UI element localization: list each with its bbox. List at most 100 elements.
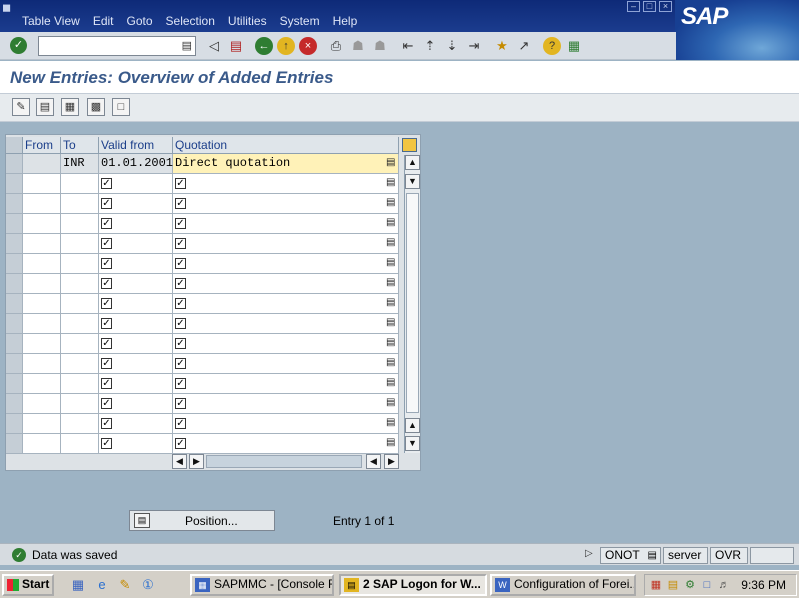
checkbox-icon[interactable]: ✓ bbox=[175, 438, 186, 449]
maximize-icon[interactable]: □ bbox=[643, 1, 656, 12]
row-selector[interactable] bbox=[6, 174, 23, 194]
cell-to[interactable] bbox=[61, 334, 99, 354]
cell-to[interactable] bbox=[61, 354, 99, 374]
checkbox-icon[interactable]: ✓ bbox=[101, 438, 112, 449]
cell-from[interactable] bbox=[23, 394, 61, 414]
cell-quotation[interactable]: ✓ ▤ bbox=[173, 414, 399, 434]
menu-help[interactable]: Help bbox=[333, 14, 358, 28]
checkbox-icon[interactable]: ✓ bbox=[175, 198, 186, 209]
close-icon[interactable]: × bbox=[659, 1, 672, 12]
cell-valid-from[interactable]: ✓ bbox=[99, 394, 173, 414]
status-mode[interactable]: OVR bbox=[710, 547, 748, 564]
checkbox-icon[interactable]: ✓ bbox=[175, 378, 186, 389]
cell-to[interactable] bbox=[61, 274, 99, 294]
cell-to[interactable] bbox=[61, 414, 99, 434]
row-selector[interactable] bbox=[6, 194, 23, 214]
menu-table-view[interactable]: Table View bbox=[22, 14, 80, 28]
menu-selection[interactable]: Selection bbox=[166, 14, 215, 28]
find-icon[interactable]: ☗ bbox=[349, 37, 367, 55]
row-selector[interactable] bbox=[6, 294, 23, 314]
cell-quotation[interactable]: ✓ ▤ bbox=[173, 314, 399, 334]
scroll-left-icon[interactable]: ◀ bbox=[366, 454, 381, 469]
column-header-valid-from[interactable]: Valid from bbox=[99, 137, 173, 154]
status-message[interactable]: ✓ Data was saved bbox=[8, 546, 598, 564]
checkbox-icon[interactable]: ✓ bbox=[101, 278, 112, 289]
scroll-thumb[interactable] bbox=[406, 193, 419, 413]
value-help-icon[interactable]: ▤ bbox=[386, 217, 396, 229]
tray-app-icon[interactable]: ▦ bbox=[649, 578, 663, 592]
row-selector[interactable] bbox=[6, 434, 23, 454]
row-selector[interactable] bbox=[6, 354, 23, 374]
cell-valid-from[interactable]: ✓ bbox=[99, 194, 173, 214]
column-header-quotation[interactable]: Quotation bbox=[173, 137, 399, 154]
menu-edit[interactable]: Edit bbox=[93, 14, 114, 28]
checkbox-icon[interactable]: ✓ bbox=[101, 338, 112, 349]
change-display-icon[interactable]: ✎ bbox=[12, 98, 30, 116]
select-block-icon[interactable]: ▩ bbox=[87, 98, 105, 116]
column-header-to[interactable]: To bbox=[61, 137, 99, 154]
row-selector[interactable] bbox=[6, 334, 23, 354]
column-header-from[interactable]: From bbox=[23, 137, 61, 154]
cell-quotation[interactable]: ✓ ▤ bbox=[173, 194, 399, 214]
checkbox-icon[interactable]: ✓ bbox=[175, 418, 186, 429]
cell-valid-from[interactable]: ✓ bbox=[99, 374, 173, 394]
checkbox-icon[interactable]: ✓ bbox=[175, 238, 186, 249]
cell-quotation[interactable]: ✓ ▤ bbox=[173, 354, 399, 374]
value-help-icon[interactable]: ▤ bbox=[386, 337, 396, 349]
cell-from[interactable] bbox=[23, 154, 61, 174]
cell-quotation[interactable]: ✓ ▤ bbox=[173, 394, 399, 414]
row-selector[interactable] bbox=[6, 394, 23, 414]
cell-from[interactable] bbox=[23, 254, 61, 274]
cell-quotation[interactable]: ✓ ▤ bbox=[173, 294, 399, 314]
value-help-icon[interactable]: ▤ bbox=[386, 237, 396, 249]
tray-network-icon[interactable]: ⚙ bbox=[683, 578, 697, 592]
cell-valid-from[interactable]: ✓ bbox=[99, 314, 173, 334]
cell-valid-from[interactable]: ✓ bbox=[99, 414, 173, 434]
cell-to[interactable] bbox=[61, 394, 99, 414]
row-selector[interactable] bbox=[6, 154, 23, 174]
cell-to[interactable] bbox=[61, 294, 99, 314]
cancel-icon[interactable]: × bbox=[299, 37, 317, 55]
value-help-icon[interactable]: ▤ bbox=[386, 417, 396, 429]
checkbox-icon[interactable]: ✓ bbox=[175, 218, 186, 229]
previous-page-icon[interactable]: ⇡ bbox=[421, 37, 439, 55]
cell-valid-from[interactable]: 01.01.2001 bbox=[99, 154, 173, 174]
system-menu-icon[interactable]: ◼ bbox=[2, 1, 18, 14]
cell-quotation[interactable]: ✓ ▤ bbox=[173, 234, 399, 254]
position-button[interactable]: ▤ Position... bbox=[129, 510, 275, 531]
row-selector[interactable] bbox=[6, 274, 23, 294]
horizontal-scroll-track[interactable] bbox=[206, 455, 362, 468]
cell-quotation[interactable]: Direct quotation ▤ bbox=[173, 154, 399, 174]
find-next-icon[interactable]: ☗ bbox=[371, 37, 389, 55]
delete-icon[interactable]: ▤ bbox=[36, 98, 54, 116]
internet-explorer-icon[interactable]: e bbox=[93, 576, 111, 594]
back-nav-icon[interactable]: ◁ bbox=[205, 37, 223, 55]
cell-from[interactable] bbox=[23, 214, 61, 234]
horizontal-scrollbar[interactable]: ◀ ▶ ◀ ▶ bbox=[172, 454, 402, 469]
checkbox-icon[interactable]: ✓ bbox=[101, 218, 112, 229]
cell-valid-from[interactable]: ✓ bbox=[99, 294, 173, 314]
checkbox-icon[interactable]: ✓ bbox=[175, 258, 186, 269]
media-player-icon[interactable]: ① bbox=[139, 576, 157, 594]
tray-folder-icon[interactable]: ▤ bbox=[666, 578, 680, 592]
cell-from[interactable] bbox=[23, 434, 61, 454]
checkbox-icon[interactable]: ✓ bbox=[175, 298, 186, 309]
row-selector[interactable] bbox=[6, 414, 23, 434]
checkbox-icon[interactable]: ✓ bbox=[101, 378, 112, 389]
checkbox-icon[interactable]: ✓ bbox=[101, 198, 112, 209]
cell-valid-from[interactable]: ✓ bbox=[99, 174, 173, 194]
cell-quotation[interactable]: ✓ ▤ bbox=[173, 334, 399, 354]
cell-quotation[interactable]: ✓ ▤ bbox=[173, 174, 399, 194]
tray-volume-icon[interactable]: ♬ bbox=[717, 578, 731, 592]
cell-to[interactable] bbox=[61, 234, 99, 254]
cell-to[interactable]: INR bbox=[61, 154, 99, 174]
cell-from[interactable] bbox=[23, 314, 61, 334]
checkbox-icon[interactable]: ✓ bbox=[175, 318, 186, 329]
cell-from[interactable] bbox=[23, 274, 61, 294]
show-desktop-icon[interactable]: ▦ bbox=[69, 576, 87, 594]
cell-to[interactable] bbox=[61, 174, 99, 194]
start-button[interactable]: Start bbox=[2, 574, 54, 596]
task-sap-logon[interactable]: ▤ 2 SAP Logon for W... bbox=[339, 574, 487, 596]
cell-to[interactable] bbox=[61, 194, 99, 214]
layout-menu-icon[interactable]: ▦ bbox=[565, 37, 583, 55]
